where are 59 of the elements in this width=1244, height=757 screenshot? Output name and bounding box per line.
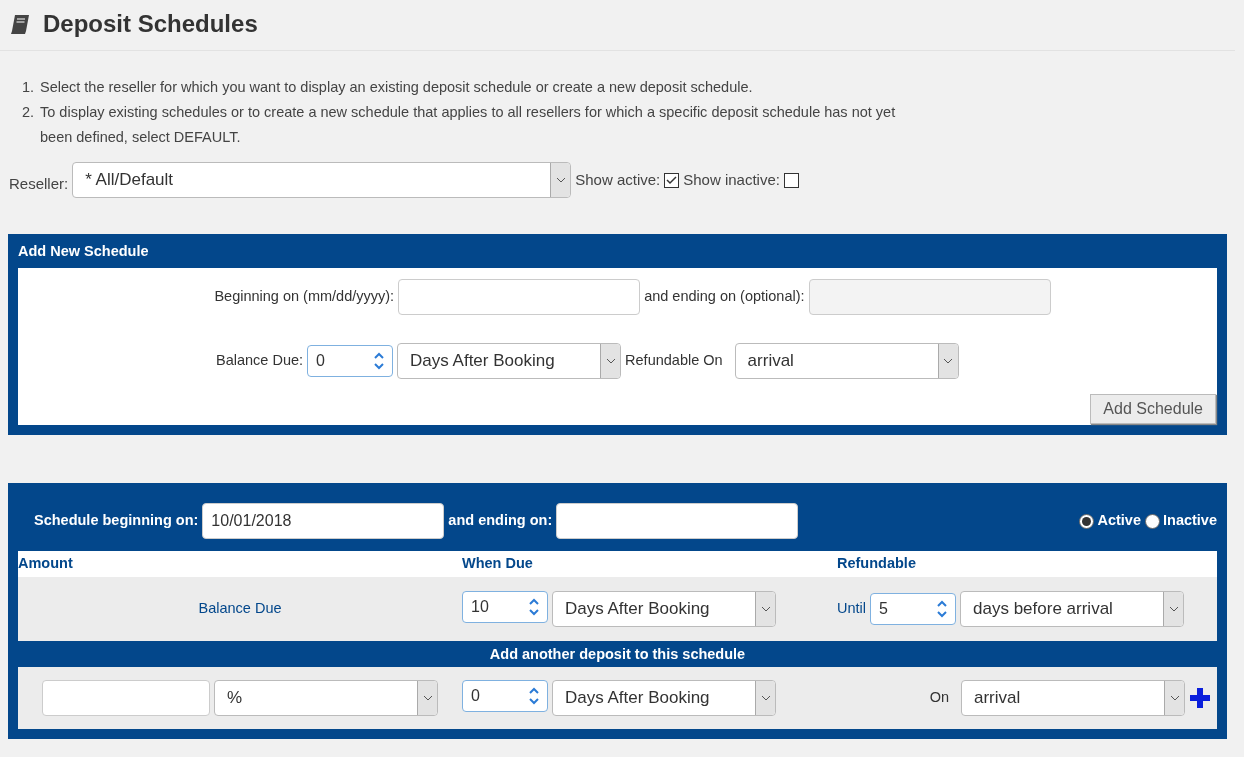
dropdown[interactable]: Days After Booking [552,680,776,716]
spin-arrows-icon [529,685,539,707]
dropdown[interactable]: days before arrival [960,591,1184,627]
spin-arrows-icon [529,596,539,618]
caret-icon [1164,681,1184,715]
caret-icon [1163,592,1183,626]
caret-icon [937,344,958,378]
caret-icon [550,163,571,197]
section-title: Add another deposit to this schedule [488,645,747,664]
dropdown[interactable]: Days After Booking [552,591,776,627]
text-field[interactable] [398,279,641,315]
book-icon [9,13,31,35]
column-header: Refundable [837,554,917,574]
reseller-label: Reseller: [9,173,69,194]
show-inactive-label: Show inactive: [683,169,780,190]
spin-arrows-icon [937,598,947,620]
spin-arrows-icon [374,350,385,372]
show-active-label: Show active: [575,169,661,190]
checkbox[interactable] [783,172,799,188]
radio-button[interactable] [1145,513,1160,529]
on-label: On [929,688,949,708]
dropdown[interactable]: arrival [961,680,1185,716]
schedule-end-label: and ending on: [448,511,553,531]
begin-label: Beginning on (mm/dd/yyyy): [214,287,395,307]
panel-title: Add New Schedule [18,242,150,261]
page-title: Deposit Schedules [43,9,258,39]
caret-icon [755,592,775,626]
add-schedule-button[interactable]: Add Schedule [1090,394,1216,424]
refundable-on-label: Refundable On [625,351,723,371]
instruction-text: To display existing schedules or to create a new schedule that applies to all resellers for which a specific deposit schedule has not yet been defined, select DEFAULT. [40,103,897,147]
dropdown[interactable]: Days After Booking [397,343,622,379]
radio-label: Inactive [1163,511,1217,531]
list-number: 2. [22,103,36,122]
number-field[interactable]: 10 [462,591,548,623]
text-field[interactable] [556,503,799,539]
plus-icon[interactable] [1189,687,1211,709]
dropdown[interactable]: arrival [734,343,959,379]
balance-due-label: Balance Due: [216,351,304,371]
radio-label: Active [1097,511,1141,531]
column-header: When Due [462,554,534,574]
number-field[interactable]: 5 [870,593,956,625]
schedule-begin-label: Schedule beginning on: [34,511,199,531]
caret-icon [417,681,437,715]
list-number: 1. [22,78,36,97]
end-label: and ending on (optional): [644,287,805,307]
until-label: Until [837,599,866,619]
dropdown[interactable]: * All/Default [72,162,572,198]
dropdown[interactable]: % [214,680,438,716]
number-field[interactable]: 0 [462,680,548,712]
instruction-text: Select the reseller for which you want to display an existing deposit schedule or create a new deposit schedule. [40,78,753,97]
number-field[interactable]: 0 [307,345,394,377]
caret-icon [755,681,775,715]
amount-cell-text: Balance Due [197,599,283,619]
checkbox[interactable] [664,172,680,188]
radio-button[interactable] [1079,513,1095,529]
column-header: Amount [18,554,74,574]
text-field[interactable]: 10/01/2018 [202,503,445,539]
caret-icon [600,344,621,378]
text-field[interactable] [42,680,210,716]
